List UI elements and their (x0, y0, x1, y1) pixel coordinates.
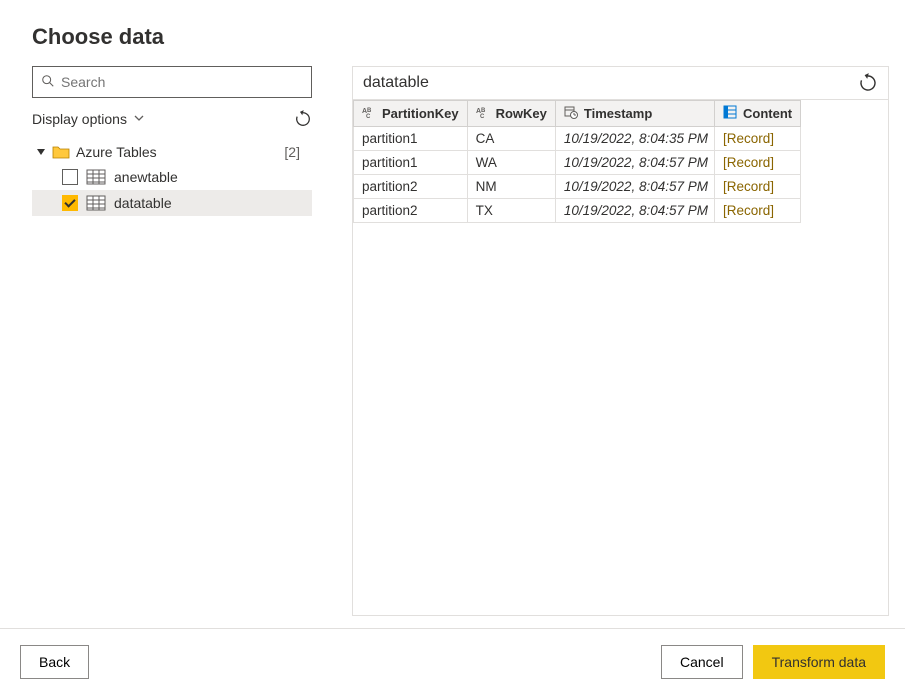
svg-text:C: C (366, 114, 371, 119)
table-row[interactable]: partition1 WA 10/19/2022, 8:04:57 PM [Re… (354, 151, 801, 175)
svg-text:C: C (480, 114, 485, 119)
record-link[interactable]: [Record] (715, 127, 801, 151)
text-type-icon: ABC (476, 105, 490, 122)
main-area: Display options Azure Tables [2] (0, 66, 905, 616)
record-link[interactable]: [Record] (715, 175, 801, 199)
back-button[interactable]: Back (20, 645, 89, 679)
tree-group-count: [2] (284, 144, 308, 160)
col-header-timestamp[interactable]: Timestamp (555, 101, 714, 127)
search-icon (41, 74, 55, 91)
table-row[interactable]: partition1 CA 10/19/2022, 8:04:35 PM [Re… (354, 127, 801, 151)
record-link[interactable]: [Record] (715, 151, 801, 175)
checkbox-unchecked[interactable] (62, 169, 78, 185)
tree-group-azure-tables[interactable]: Azure Tables [2] (32, 140, 312, 164)
preview-panel: datatable ABC PartitionKey (352, 66, 889, 616)
refresh-navigator-button[interactable] (294, 110, 312, 128)
tree-item-label: datatable (114, 195, 172, 211)
checkbox-checked[interactable] (62, 195, 78, 211)
tree-group-label: Azure Tables (76, 144, 157, 160)
chevron-down-icon (133, 111, 145, 127)
dialog-header: Choose data (0, 0, 905, 66)
preview-table-scroll[interactable]: ABC PartitionKey ABC RowKey (353, 99, 888, 615)
col-header-content[interactable]: Content (715, 101, 801, 127)
col-header-partitionkey[interactable]: ABC PartitionKey (354, 101, 468, 127)
tree-item-anewtable[interactable]: anewtable (32, 164, 312, 190)
search-input[interactable] (61, 74, 303, 90)
display-options-label: Display options (32, 111, 127, 127)
display-options-row: Display options (32, 108, 312, 130)
folder-icon (52, 144, 70, 160)
cancel-button[interactable]: Cancel (661, 645, 743, 679)
preview-title: datatable (363, 74, 429, 92)
text-type-icon: ABC (362, 105, 376, 122)
tree-item-datatable[interactable]: datatable (32, 190, 312, 216)
transform-data-button[interactable]: Transform data (753, 645, 885, 679)
record-type-icon (723, 105, 737, 122)
tree-item-label: anewtable (114, 169, 178, 185)
table-icon (86, 195, 106, 211)
collapse-triangle-icon (36, 144, 46, 160)
object-tree: Azure Tables [2] anewtable datatable (32, 140, 312, 216)
page-title: Choose data (32, 24, 873, 50)
table-row[interactable]: partition2 TX 10/19/2022, 8:04:57 PM [Re… (354, 199, 801, 223)
preview-table: ABC PartitionKey ABC RowKey (353, 100, 801, 223)
search-box[interactable] (32, 66, 312, 98)
record-link[interactable]: [Record] (715, 199, 801, 223)
table-row[interactable]: partition2 NM 10/19/2022, 8:04:57 PM [Re… (354, 175, 801, 199)
refresh-preview-button[interactable] (858, 73, 878, 93)
preview-table-body: partition1 CA 10/19/2022, 8:04:35 PM [Re… (354, 127, 801, 223)
dialog-footer: Back Cancel Transform data (0, 628, 905, 695)
navigator-panel: Display options Azure Tables [2] (32, 66, 312, 616)
display-options-dropdown[interactable]: Display options (32, 111, 145, 127)
col-header-rowkey[interactable]: ABC RowKey (467, 101, 555, 127)
table-icon (86, 169, 106, 185)
datetime-type-icon (564, 105, 578, 122)
preview-header: datatable (353, 67, 888, 99)
